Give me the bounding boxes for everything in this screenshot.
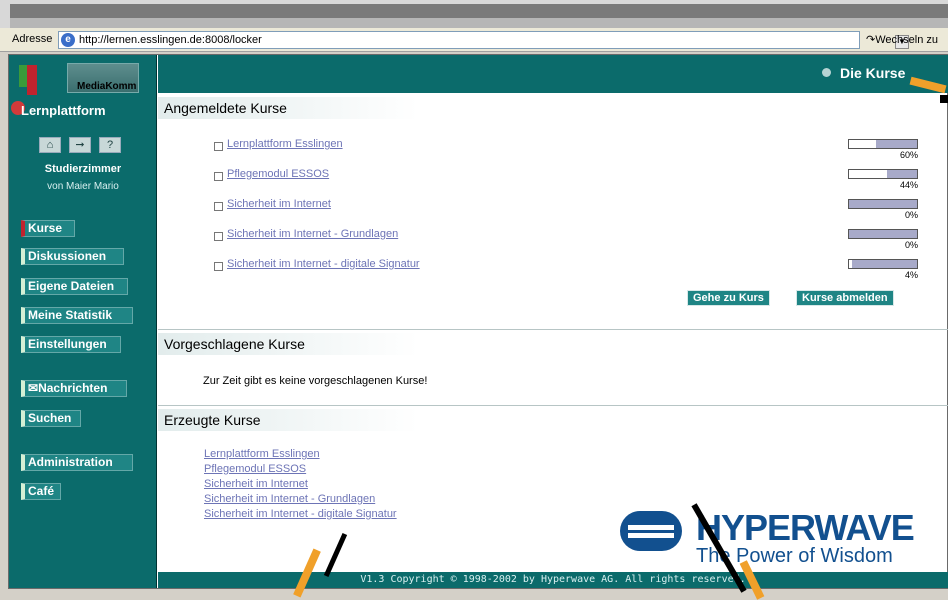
section-divider — [158, 329, 948, 330]
toolbar-strip — [10, 4, 948, 18]
ie-page-icon: e — [61, 33, 75, 47]
goto-course-button[interactable]: Gehe zu Kurs — [687, 290, 770, 306]
course-checkbox[interactable] — [214, 202, 223, 211]
hyperwave-logo: HYPERWAVE The Power of Wisdom — [620, 507, 948, 571]
hyperwave-wordmark: HYPERWAVE — [696, 507, 915, 548]
created-heading: Erzeugte Kurse — [158, 409, 418, 431]
created-course-link[interactable]: Sicherheit im Internet - Grundlagen — [204, 493, 375, 505]
page-frame: MediaKomm Lernplattform ⌂ ➞ ? Studierzim… — [8, 54, 948, 589]
course-progress-bar — [848, 169, 918, 179]
nav-cafe[interactable]: Café — [21, 483, 61, 500]
logo-brand: MediaKomm — [77, 81, 137, 92]
course-progress-percent: 60% — [899, 150, 918, 160]
unsubscribe-button[interactable]: Kurse abmelden — [796, 290, 894, 306]
url-field[interactable]: e http://lernen.esslingen.de:8008/locker… — [58, 31, 909, 49]
course-progress-percent: 0% — [904, 210, 918, 220]
nav-diskussionen[interactable]: Diskussionen — [21, 248, 124, 265]
toolbar-strip-lower — [10, 18, 948, 28]
progress-fill — [849, 200, 917, 208]
sidebar-tool-icons: ⌂ ➞ ? — [39, 137, 139, 153]
logout-icon[interactable]: ➞ — [69, 137, 91, 153]
annotation-mark-dark — [940, 95, 948, 103]
bullet-icon — [822, 68, 831, 77]
course-checkbox[interactable] — [214, 142, 223, 151]
nav-meine-statistik[interactable]: Meine Statistik — [21, 307, 133, 324]
nav-einstellungen[interactable]: Einstellungen — [21, 336, 121, 353]
url-text[interactable]: http://lernen.esslingen.de:8008/locker — [79, 34, 262, 46]
course-link[interactable]: Sicherheit im Internet — [227, 198, 331, 210]
course-progress-bar — [848, 139, 918, 149]
page-title: Die Kurse — [840, 65, 906, 81]
course-progress-percent: 0% — [904, 240, 918, 250]
course-link[interactable]: Pflegemodul ESSOS — [227, 168, 329, 180]
course-progress-bar — [848, 229, 918, 239]
progress-fill — [851, 260, 917, 268]
course-progress-bar — [848, 199, 918, 209]
nav-administration[interactable]: Administration — [21, 454, 133, 471]
sidebar: MediaKomm Lernplattform ⌂ ➞ ? Studierzim… — [9, 55, 157, 588]
swirl-stripe — [628, 533, 674, 538]
course-link[interactable]: Lernplattform Esslingen — [227, 138, 343, 150]
created-course-link[interactable]: Lernplattform Esslingen — [204, 448, 320, 460]
course-link[interactable]: Sicherheit im Internet - Grundlagen — [227, 228, 398, 240]
room-title: Studierzimmer — [44, 163, 122, 175]
suggested-note: Zur Zeit gibt es keine vorgeschlagenen K… — [203, 375, 428, 387]
course-checkbox[interactable] — [214, 262, 223, 271]
course-checkbox[interactable] — [214, 232, 223, 241]
progress-fill — [849, 230, 917, 238]
window-top-band — [0, 0, 948, 28]
page-header: Die Kurse — [158, 55, 948, 93]
home-icon[interactable]: ⌂ — [39, 137, 61, 153]
created-course-link[interactable]: Sicherheit im Internet - digitale Signat… — [204, 508, 397, 520]
nav-nachrichten-label: Nachrichten — [38, 381, 108, 395]
progress-fill — [876, 140, 917, 148]
go-button[interactable]: ↷Wechseln zu — [866, 33, 938, 46]
help-icon[interactable]: ? — [99, 137, 121, 153]
created-course-link[interactable]: Sicherheit im Internet — [204, 478, 308, 490]
swirl-stripe — [628, 525, 674, 530]
nav-suchen[interactable]: Suchen — [21, 410, 81, 427]
section-divider — [158, 405, 948, 406]
suggested-heading: Vorgeschlagene Kurse — [158, 333, 418, 355]
room-owner: von Maier Mario — [47, 181, 119, 192]
go-label: Wechseln zu — [875, 34, 938, 46]
nav-nachrichten[interactable]: ✉Nachrichten — [21, 380, 127, 397]
mail-icon: ✉ — [28, 381, 39, 395]
registered-heading: Angemeldete Kurse — [158, 97, 418, 119]
course-progress-percent: 4% — [904, 270, 918, 280]
course-progress-bar — [848, 259, 918, 269]
copyright-footer: V1.3 Copyright © 1998-2002 by Hyperwave … — [158, 572, 948, 588]
address-bar: Adresse e http://lernen.esslingen.de:800… — [0, 28, 948, 52]
main-content: Die Kurse Angemeldete Kurse Lernplattfor… — [158, 55, 948, 588]
progress-fill — [887, 170, 917, 178]
course-progress-percent: 44% — [899, 180, 918, 190]
mediakomm-logo: MediaKomm Lernplattform — [11, 61, 153, 119]
course-link[interactable]: Sicherheit im Internet - digitale Signat… — [227, 258, 420, 270]
address-label: Adresse — [12, 33, 53, 45]
nav-kurse[interactable]: Kurse — [21, 220, 75, 237]
course-checkbox[interactable] — [214, 172, 223, 181]
logo-title: Lernplattform — [21, 103, 106, 118]
created-course-link[interactable]: Pflegemodul ESSOS — [204, 463, 306, 475]
logo-red-shape — [27, 65, 37, 95]
hyperwave-swirl-icon — [620, 511, 682, 551]
nav-eigene-dateien[interactable]: Eigene Dateien — [21, 278, 128, 295]
